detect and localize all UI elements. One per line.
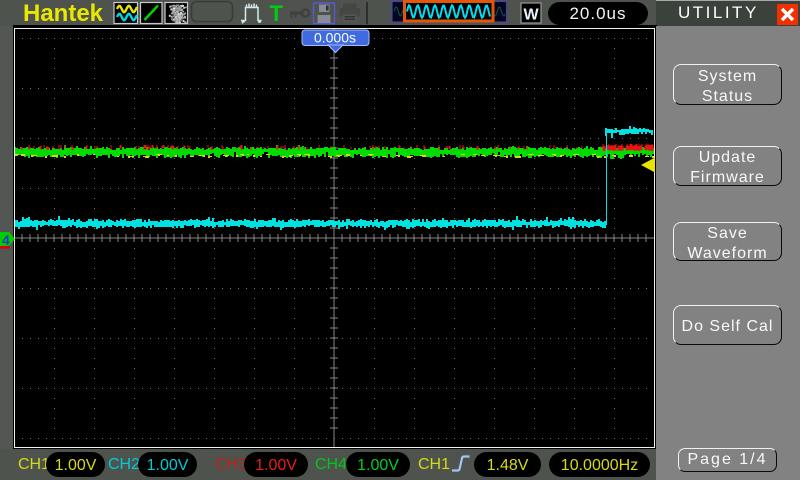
svg-text:T: T — [270, 1, 284, 26]
svg-text:W: W — [523, 7, 539, 24]
svg-text:4: 4 — [2, 232, 10, 248]
svg-text:0.000s: 0.000s — [314, 30, 356, 46]
